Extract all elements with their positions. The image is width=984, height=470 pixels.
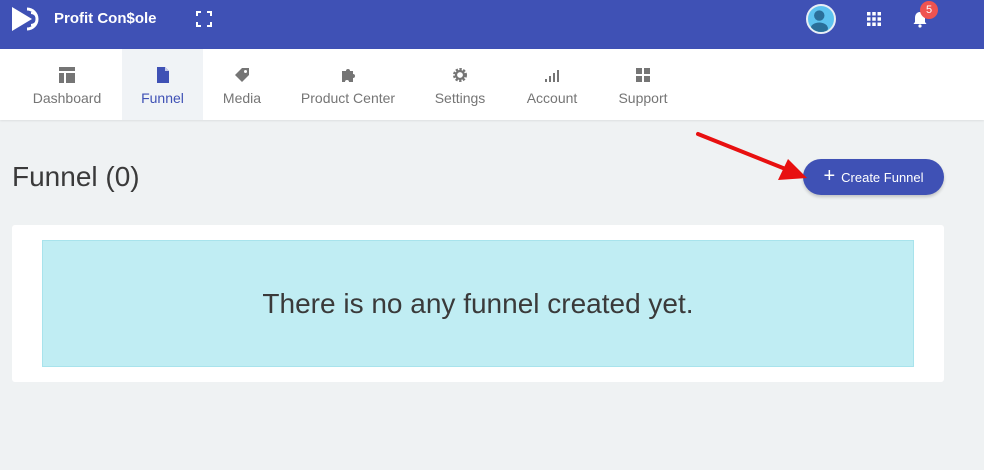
nav-item-account[interactable]: Account	[520, 49, 584, 120]
nav-label: Funnel	[141, 90, 184, 106]
empty-state-message: There is no any funnel created yet.	[42, 240, 914, 367]
grid-icon	[636, 68, 650, 82]
nav-label: Dashboard	[32, 90, 102, 106]
plus-icon: +	[823, 165, 836, 187]
annotation-arrow-icon	[696, 132, 807, 180]
nav-label: Product Center	[300, 90, 396, 106]
nav-item-settings[interactable]: Settings	[428, 49, 492, 120]
main-nav: Dashboard Funnel Media Product Center Se…	[0, 49, 984, 120]
dashboard-icon	[59, 67, 75, 83]
funnel-list-card: There is no any funnel created yet.	[12, 225, 944, 382]
play-logo-icon[interactable]	[10, 5, 48, 33]
puzzle-icon	[342, 69, 355, 82]
notification-badge: 5	[920, 1, 938, 19]
nav-item-media[interactable]: Media	[212, 49, 272, 120]
file-icon	[156, 67, 169, 83]
nav-item-support[interactable]: Support	[612, 49, 674, 120]
brand-name: Profit Con$ole	[54, 10, 157, 27]
nav-item-funnel[interactable]: Funnel	[122, 49, 203, 120]
signal-bars-icon	[545, 70, 559, 82]
top-bar: Profit Con$ole 5	[0, 0, 984, 49]
fullscreen-icon[interactable]	[196, 11, 212, 27]
apps-grid-icon[interactable]	[866, 11, 882, 27]
nav-item-dashboard[interactable]: Dashboard	[22, 49, 112, 120]
nav-item-product-center[interactable]: Product Center	[296, 49, 400, 120]
tag-icon	[235, 68, 249, 82]
create-funnel-label: Create Funnel	[841, 169, 924, 185]
nav-label: Media	[222, 90, 262, 106]
nav-label: Support	[618, 90, 668, 106]
nav-label: Settings	[434, 90, 486, 106]
user-avatar-icon[interactable]	[806, 4, 836, 34]
create-funnel-button[interactable]: + Create Funnel	[803, 159, 944, 195]
page-title: Funnel (0)	[12, 161, 140, 192]
gear-icon	[453, 68, 467, 82]
nav-label: Account	[526, 90, 578, 106]
